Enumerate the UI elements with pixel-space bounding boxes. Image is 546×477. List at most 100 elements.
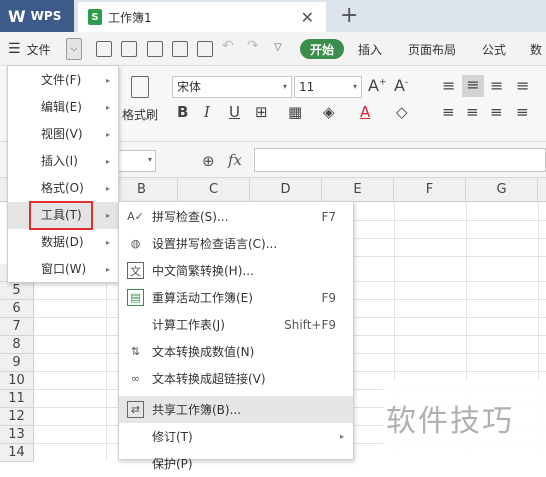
row-header[interactable]: 6 <box>0 300 34 318</box>
formula-input[interactable] <box>254 148 546 172</box>
justify-icon[interactable]: ≡ <box>516 103 529 121</box>
print-preview-icon[interactable] <box>197 41 213 57</box>
document-tab-title: 工作簿1 <box>108 10 152 25</box>
document-tab[interactable]: S 工作簿1 ✕ <box>78 2 326 32</box>
new-tab-icon[interactable]: + <box>340 3 358 28</box>
hamburger-icon: ☰ <box>8 41 21 57</box>
align-top-icon[interactable]: ≡ <box>442 76 455 95</box>
submenu-item-label: 共享工作簿(B)... <box>152 403 242 417</box>
submenu-arrow-icon: ▸ <box>105 157 110 166</box>
fill-color-icon[interactable]: ◈ <box>323 103 335 121</box>
tab-insert[interactable]: 插入 <box>358 32 382 66</box>
menu-item-label: 编辑(E) <box>41 100 82 114</box>
column-header[interactable]: E <box>322 178 394 202</box>
align-right-icon[interactable]: ≡ <box>490 103 503 121</box>
column-header[interactable]: F <box>394 178 466 202</box>
title-bar: W WPS S 工作簿1 ✕ + <box>0 0 546 32</box>
row-header[interactable]: 9 <box>0 354 34 372</box>
submenu-item-spell-check[interactable]: A✓ 拼写检查(S)... F7 <box>119 203 353 230</box>
watermark: 软件技巧 <box>386 404 514 439</box>
underline-icon[interactable]: U <box>229 103 240 121</box>
column-header[interactable]: C <box>178 178 250 202</box>
orientation-icon[interactable]: ≡ <box>516 76 529 95</box>
submenu-item-label: 重算活动工作簿(E) <box>152 291 253 305</box>
menu-item-format[interactable]: 格式(O) ▸ <box>8 175 118 202</box>
insert-function-button[interactable]: fx <box>228 151 242 169</box>
submenu-arrow-icon: ▸ <box>105 211 110 220</box>
bold-icon[interactable]: B <box>177 103 188 121</box>
align-center-icon[interactable]: ≡ <box>466 103 479 121</box>
font-size-select[interactable]: 11 ▾ <box>294 76 362 98</box>
align-middle-icon[interactable]: ≡ <box>462 75 484 97</box>
menu-item-file[interactable]: 文件(F) ▸ <box>8 67 118 94</box>
decrease-font-size-icon[interactable]: A- <box>394 76 408 95</box>
row-header[interactable]: 13 <box>0 426 34 444</box>
redo-icon[interactable]: ↷ <box>247 38 263 54</box>
submenu-item-label: 中文简繁转换(H)... <box>152 264 254 278</box>
submenu-arrow-icon: ▸ <box>105 103 110 112</box>
submenu-arrow-icon: ▸ <box>105 76 110 85</box>
spell-check-icon: A✓ <box>127 210 144 223</box>
italic-icon[interactable]: I <box>204 103 210 121</box>
close-tab-icon[interactable]: ✕ <box>301 8 314 27</box>
undo-icon[interactable]: ↶ <box>222 38 238 54</box>
chevron-down-icon: ▾ <box>282 82 287 91</box>
clear-format-icon[interactable]: ◇ <box>396 103 408 121</box>
menu-item-label: 数据(D) <box>41 235 84 249</box>
submenu-item-chinese-convert[interactable]: 文 中文简繁转换(H)... <box>119 257 353 284</box>
menu-item-view[interactable]: 视图(V) ▸ <box>8 121 118 148</box>
border-icon[interactable]: ⊞ <box>255 103 268 121</box>
font-color-icon[interactable]: A <box>360 103 370 121</box>
row-header[interactable]: 8 <box>0 336 34 354</box>
row-header[interactable]: 11 <box>0 390 34 408</box>
row-header[interactable]: 14 <box>0 444 34 462</box>
tab-data[interactable]: 数 <box>530 32 542 66</box>
row-header[interactable]: 10 <box>0 372 34 390</box>
format-painter-button[interactable]: 格式刷 <box>120 76 160 123</box>
menu-item-edit[interactable]: 编辑(E) ▸ <box>8 94 118 121</box>
shortcut-label: F9 <box>321 290 336 305</box>
align-bottom-icon[interactable]: ≡ <box>490 76 503 95</box>
submenu-item-text-to-number[interactable]: ⇅ 文本转换成数值(N) <box>119 338 353 365</box>
submenu-item-label: 文本转换成超链接(V) <box>152 372 266 386</box>
zoom-icon[interactable]: ⊕ <box>202 152 215 170</box>
menu-item-label: 文件(F) <box>41 73 82 87</box>
submenu-item-text-to-hyperlink[interactable]: ∞ 文本转换成超链接(V) <box>119 365 353 392</box>
row-header[interactable]: 12 <box>0 408 34 426</box>
font-name-select[interactable]: 宋体 ▾ <box>172 76 292 98</box>
open-folder-icon[interactable] <box>96 41 112 57</box>
menu-item-window[interactable]: 窗口(W) ▸ <box>8 256 118 283</box>
tab-page-layout[interactable]: 页面布局 <box>408 32 456 66</box>
submenu-item-spell-language[interactable]: ◍ 设置拼写检查语言(C)... <box>119 230 353 257</box>
row-header[interactable]: 5 <box>0 282 34 300</box>
tab-formulas[interactable]: 公式 <box>482 32 506 66</box>
save-icon[interactable] <box>121 41 137 57</box>
tab-start[interactable]: 开始 <box>300 39 344 59</box>
recalculate-icon: ▤ <box>127 289 144 306</box>
format-painter-label: 格式刷 <box>121 108 158 122</box>
submenu-item-recalculate-workbook[interactable]: ▤ 重算活动工作簿(E) F9 <box>119 284 353 311</box>
file-menu-button[interactable]: ☰ 文件 <box>8 32 51 66</box>
name-box[interactable]: ▾ <box>116 150 156 172</box>
submenu-item-label: 修订(T) <box>152 430 193 444</box>
customize-toolbar-icon[interactable]: ▽ <box>274 42 290 58</box>
submenu-item-calculate-sheet[interactable]: 计算工作表(J) Shift+F9 <box>119 311 353 338</box>
menu-item-insert[interactable]: 插入(I) ▸ <box>8 148 118 175</box>
submenu-item-revisions[interactable]: 修订(T) ▸ <box>119 423 353 450</box>
submenu-item-protect[interactable]: 保护(P) <box>119 450 353 477</box>
align-left-icon[interactable]: ≡ <box>442 103 455 121</box>
row-header[interactable]: 7 <box>0 318 34 336</box>
submenu-item-label: 保护(P) <box>152 457 193 471</box>
chevron-down-icon[interactable]: ⌵ <box>66 38 82 60</box>
submenu-item-share-workbook[interactable]: ⇄ 共享工作簿(B)... <box>119 396 353 423</box>
wps-home-tab[interactable]: W WPS <box>0 0 74 32</box>
column-header[interactable]: D <box>250 178 322 202</box>
menu-item-data[interactable]: 数据(D) ▸ <box>8 229 118 256</box>
export-pdf-icon[interactable] <box>147 41 163 57</box>
column-header[interactable]: G <box>466 178 538 202</box>
print-icon[interactable] <box>172 41 188 57</box>
app-name: WPS <box>30 9 62 23</box>
submenu-arrow-icon: ▸ <box>339 432 344 441</box>
increase-font-size-icon[interactable]: A+ <box>368 76 387 95</box>
fill-pattern-icon[interactable]: ▦ <box>288 103 302 121</box>
